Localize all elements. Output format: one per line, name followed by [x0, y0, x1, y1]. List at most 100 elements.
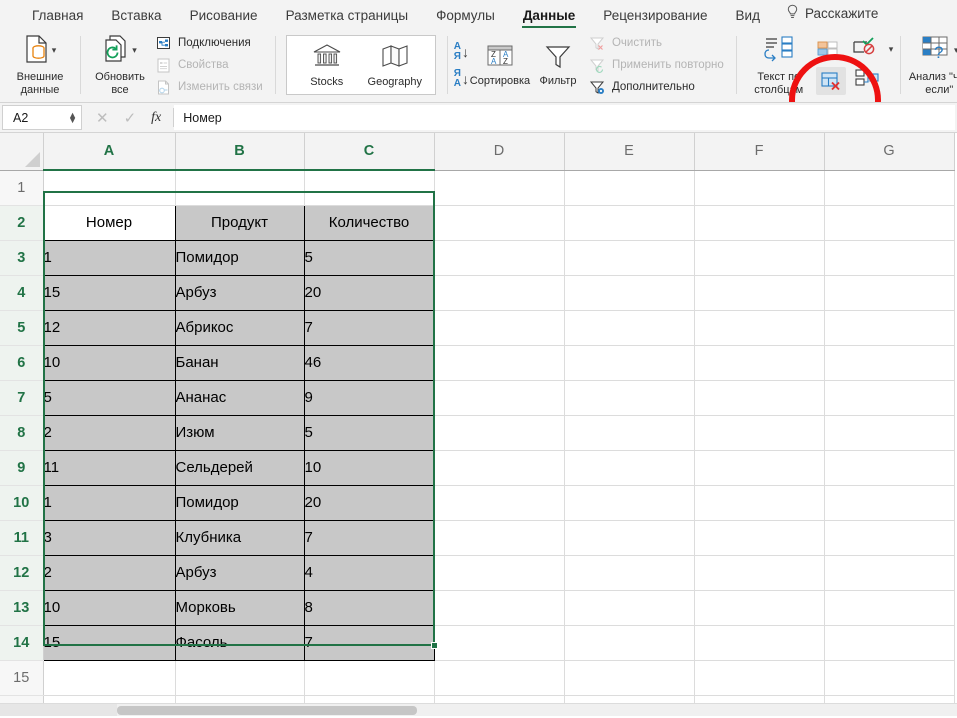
row-header-1[interactable]: 1 [0, 170, 44, 206]
cell-D2[interactable] [434, 205, 565, 241]
cell-D8[interactable] [434, 415, 565, 451]
cell-F4[interactable] [694, 275, 825, 311]
cell-E15[interactable] [564, 660, 695, 696]
cell-C9[interactable]: 10 [303, 449, 435, 486]
chevron-down-icon[interactable]: ▾ [52, 46, 57, 55]
cell-B1[interactable] [175, 170, 305, 206]
cell-A2[interactable]: Номер [42, 204, 176, 241]
cell-E10[interactable] [564, 485, 695, 521]
cell-E2[interactable] [564, 205, 695, 241]
cell-C4[interactable]: 20 [303, 274, 435, 311]
cell-C13[interactable]: 8 [303, 589, 435, 626]
row-header-15[interactable]: 15 [0, 660, 44, 696]
advanced-filter-button[interactable]: Дополнительно [587, 77, 729, 98]
chevron-down-icon[interactable]: ▾ [887, 44, 894, 54]
cell-E9[interactable] [564, 450, 695, 486]
row-header-12[interactable]: 12 [0, 555, 44, 591]
row-header-6[interactable]: 6 [0, 345, 44, 381]
cell-F11[interactable] [694, 520, 825, 556]
cell-F2[interactable] [694, 205, 825, 241]
cell-D10[interactable] [434, 485, 565, 521]
cell-E8[interactable] [564, 415, 695, 451]
spinner-icon[interactable]: ▲ ▼ [68, 110, 77, 124]
cell-F15[interactable] [694, 660, 825, 696]
row-header-3[interactable]: 3 [0, 240, 44, 276]
formula-input[interactable]: Номер [174, 105, 955, 130]
cell-D4[interactable] [434, 275, 565, 311]
cancel-x-icon[interactable]: ✕ [96, 109, 109, 127]
cell-D3[interactable] [434, 240, 565, 276]
cell-G13[interactable] [824, 590, 955, 626]
cell-G3[interactable] [824, 240, 955, 276]
cell-A10[interactable]: 1 [42, 484, 176, 521]
name-box[interactable]: A2 ▲ ▼ [2, 105, 82, 130]
cell-B9[interactable]: Сельдерей [174, 449, 305, 486]
sort-ascending-button[interactable]: А Я ↓ [454, 42, 469, 61]
tab-3[interactable]: Разметка страницы [272, 8, 422, 28]
cell-F7[interactable] [694, 380, 825, 416]
cell-E13[interactable] [564, 590, 695, 626]
cell-C6[interactable]: 46 [303, 344, 435, 381]
properties-button[interactable]: Свойства [153, 55, 268, 76]
row-header-9[interactable]: 9 [0, 450, 44, 486]
cell-B5[interactable]: Абрикос [174, 309, 305, 346]
sort-dialog-button[interactable]: Z A A Z Сортировка [470, 31, 530, 99]
remove-duplicates-icon[interactable] [815, 66, 846, 95]
external-data-button[interactable]: ▾ Внешние данные [7, 31, 73, 99]
cell-G15[interactable] [824, 660, 955, 696]
row-header-8[interactable]: 8 [0, 415, 44, 451]
cell-A3[interactable]: 1 [42, 239, 176, 276]
cell-C8[interactable]: 5 [303, 414, 435, 451]
cell-G1[interactable] [824, 170, 955, 206]
row-header-7[interactable]: 7 [0, 380, 44, 416]
cell-F3[interactable] [694, 240, 825, 276]
cell-C1[interactable] [304, 170, 435, 206]
column-header-b[interactable]: B [175, 133, 305, 171]
filter-button[interactable]: Фильтр [529, 31, 587, 99]
cell-D5[interactable] [434, 310, 565, 346]
cell-F9[interactable] [694, 450, 825, 486]
column-header-c[interactable]: C [304, 133, 435, 171]
cell-G6[interactable] [824, 345, 955, 381]
cell-F10[interactable] [694, 485, 825, 521]
cell-A8[interactable]: 2 [42, 414, 176, 451]
cell-C3[interactable]: 5 [303, 239, 435, 276]
what-if-analysis-button[interactable]: ? ▾ Анализ "что если" [907, 31, 957, 99]
cell-G5[interactable] [824, 310, 955, 346]
cell-B12[interactable]: Арбуз [174, 554, 305, 591]
cell-C12[interactable]: 4 [303, 554, 435, 591]
cell-B4[interactable]: Арбуз [174, 274, 305, 311]
tab-2[interactable]: Рисование [176, 8, 272, 28]
cell-E5[interactable] [564, 310, 695, 346]
cell-G11[interactable] [824, 520, 955, 556]
cell-B8[interactable]: Изюм [174, 414, 305, 451]
column-header-f[interactable]: F [694, 133, 825, 171]
cell-B2[interactable]: Продукт [174, 204, 305, 241]
cell-B15[interactable] [175, 660, 305, 696]
row-header-10[interactable]: 10 [0, 485, 44, 521]
cell-G14[interactable] [824, 625, 955, 661]
cell-G7[interactable] [824, 380, 955, 416]
reapply-filter-button[interactable]: Применить повторно [587, 55, 729, 76]
row-header-11[interactable]: 11 [0, 520, 44, 556]
horizontal-scrollbar-thumb[interactable] [117, 705, 417, 715]
cell-D12[interactable] [434, 555, 565, 591]
tab-1[interactable]: Вставка [97, 8, 175, 28]
cell-E11[interactable] [564, 520, 695, 556]
cell-B10[interactable]: Помидор [174, 484, 305, 521]
cell-D6[interactable] [434, 345, 565, 381]
chevron-down-icon[interactable]: ▾ [132, 46, 137, 55]
cell-B11[interactable]: Клубника [174, 519, 305, 556]
cell-A12[interactable]: 2 [42, 554, 176, 591]
sort-descending-button[interactable]: Я А ↓ [454, 69, 469, 88]
stocks-button[interactable]: Stocks [293, 43, 361, 88]
column-header-d[interactable]: D [434, 133, 565, 171]
cell-A1[interactable] [43, 170, 176, 206]
cell-C2[interactable]: Количество [303, 204, 435, 241]
refresh-all-button[interactable]: ▾ Обновить все [87, 31, 153, 99]
row-header-13[interactable]: 13 [0, 590, 44, 626]
tab-7[interactable]: Вид [722, 8, 774, 28]
cell-D7[interactable] [434, 380, 565, 416]
row-header-4[interactable]: 4 [0, 275, 44, 311]
confirm-check-icon[interactable]: ✓ [124, 109, 137, 127]
